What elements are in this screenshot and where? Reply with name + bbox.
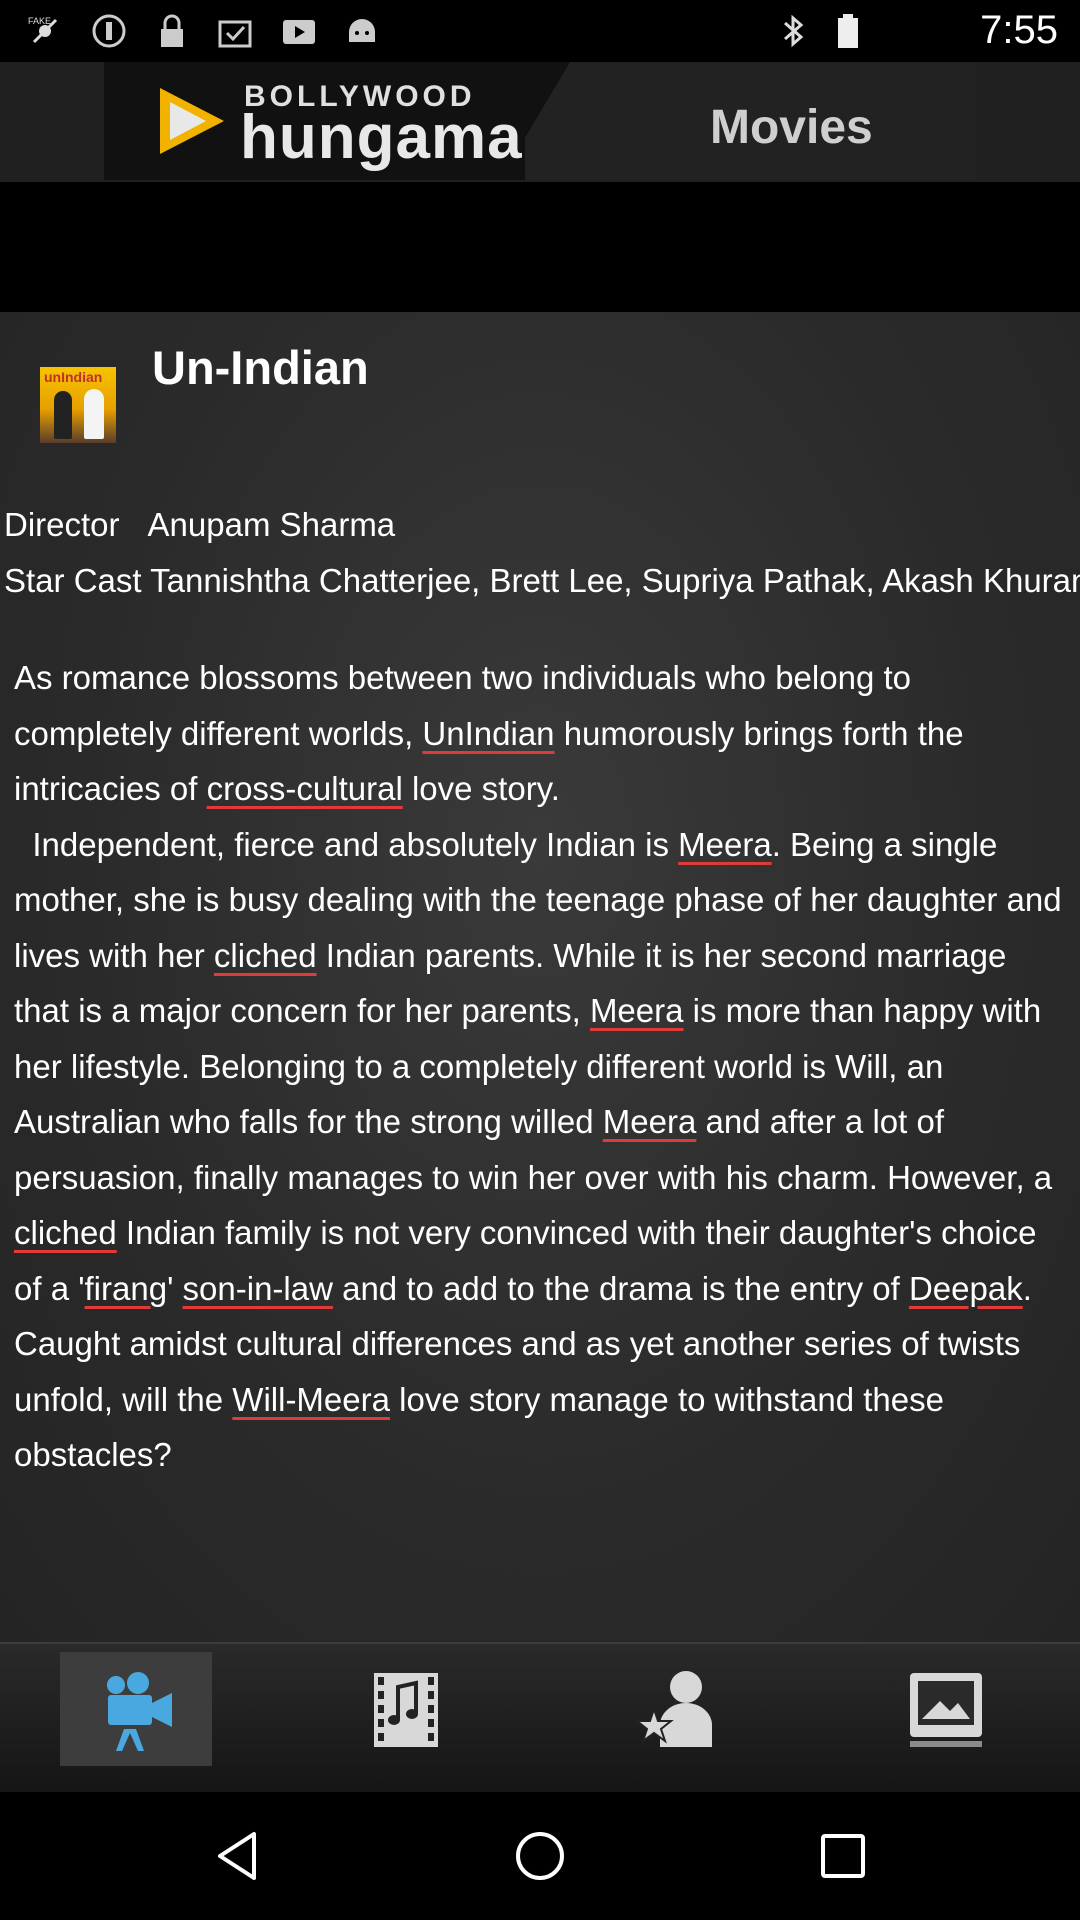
synopsis-underlined-word: UnIndian — [422, 714, 555, 752]
clock: 7:55 — [980, 8, 1058, 52]
tab-photos[interactable] — [870, 1652, 1022, 1766]
app-header: BOLLYWOOD hungama Movies — [0, 62, 1080, 182]
synopsis-underlined-word: Meera — [602, 1103, 697, 1140]
back-button[interactable] — [198, 1816, 278, 1896]
bluetooth-icon — [784, 14, 804, 48]
clipboard-check-icon — [218, 20, 252, 48]
back-icon — [218, 1832, 256, 1880]
synopsis-underlined-word: cliched — [14, 1214, 117, 1251]
synopsis-underlined-word: Meera — [589, 992, 684, 1029]
home-button[interactable] — [500, 1816, 580, 1896]
star-person-icon — [634, 1671, 712, 1747]
system-nav-bar — [0, 1792, 1080, 1920]
lock-icon — [161, 14, 183, 47]
movie-camera-icon — [107, 1672, 172, 1751]
bottom-tab-bar — [0, 1642, 1080, 1794]
movie-detail[interactable]: unIndian Un-Indian Director Anupam Sharma… — [0, 312, 1080, 1642]
home-icon — [516, 1832, 564, 1880]
recents-button[interactable] — [803, 1816, 883, 1896]
cast-value: Tannishtha Chatterjee, Brett Lee, Supriy… — [150, 562, 1080, 599]
recents-icon — [821, 1834, 865, 1878]
poster-title: unIndian — [44, 369, 103, 385]
tab-movies[interactable] — [60, 1652, 212, 1766]
tab-celebrities[interactable] — [600, 1652, 752, 1766]
synopsis-underlined-word: Deepak — [908, 1269, 1023, 1307]
synopsis-underlined-word: cross-cultural — [206, 770, 403, 807]
synopsis-text: ' — [167, 1269, 183, 1307]
director-row: Director Anupam Sharma — [4, 506, 395, 544]
synopsis-text: love story. — [402, 770, 560, 807]
cast-label: Star Cast — [4, 562, 142, 599]
play-logo-icon — [160, 88, 224, 154]
battery-icon — [838, 14, 858, 48]
youtube-icon — [283, 20, 315, 44]
poster-figure-right — [84, 389, 104, 439]
do-not-disturb-icon — [92, 14, 126, 48]
synopsis-underlined-word: Meera — [678, 825, 772, 863]
status-bar: FAKE 7:55 — [0, 0, 1080, 62]
ad-space — [0, 182, 1080, 312]
movie-poster: unIndian — [40, 367, 116, 443]
synopsis-text: Independent, fierce and absolutely India… — [32, 825, 679, 863]
poster-figure-left — [54, 391, 72, 439]
synopsis: As romance blossoms between two individu… — [14, 650, 1064, 1483]
cast-row: Star Cast Tannishtha Chatterjee, Brett L… — [4, 562, 1080, 600]
brand-name: hungama — [240, 103, 523, 172]
svg-text:FAKE: FAKE — [28, 16, 51, 26]
synopsis-underlined-word: son-in-law — [182, 1269, 333, 1307]
synopsis-underlined-word: firang — [84, 1269, 168, 1307]
synopsis-underlined-word: Will-Meera — [232, 1380, 390, 1418]
synopsis-underlined-word: cliched — [213, 936, 317, 974]
android-icon — [349, 19, 375, 42]
director-value: Anupam Sharma — [147, 506, 396, 543]
music-film-icon — [374, 1673, 438, 1747]
synopsis-text: and to add to the drama is the entry of — [332, 1269, 909, 1307]
tab-music[interactable] — [330, 1652, 482, 1766]
fake-gps-icon: FAKE — [28, 16, 58, 44]
movie-title: Un-Indian — [152, 341, 369, 394]
director-label: Director — [4, 506, 120, 543]
section-title: Movies — [710, 101, 873, 154]
photo-gallery-icon — [910, 1673, 982, 1747]
